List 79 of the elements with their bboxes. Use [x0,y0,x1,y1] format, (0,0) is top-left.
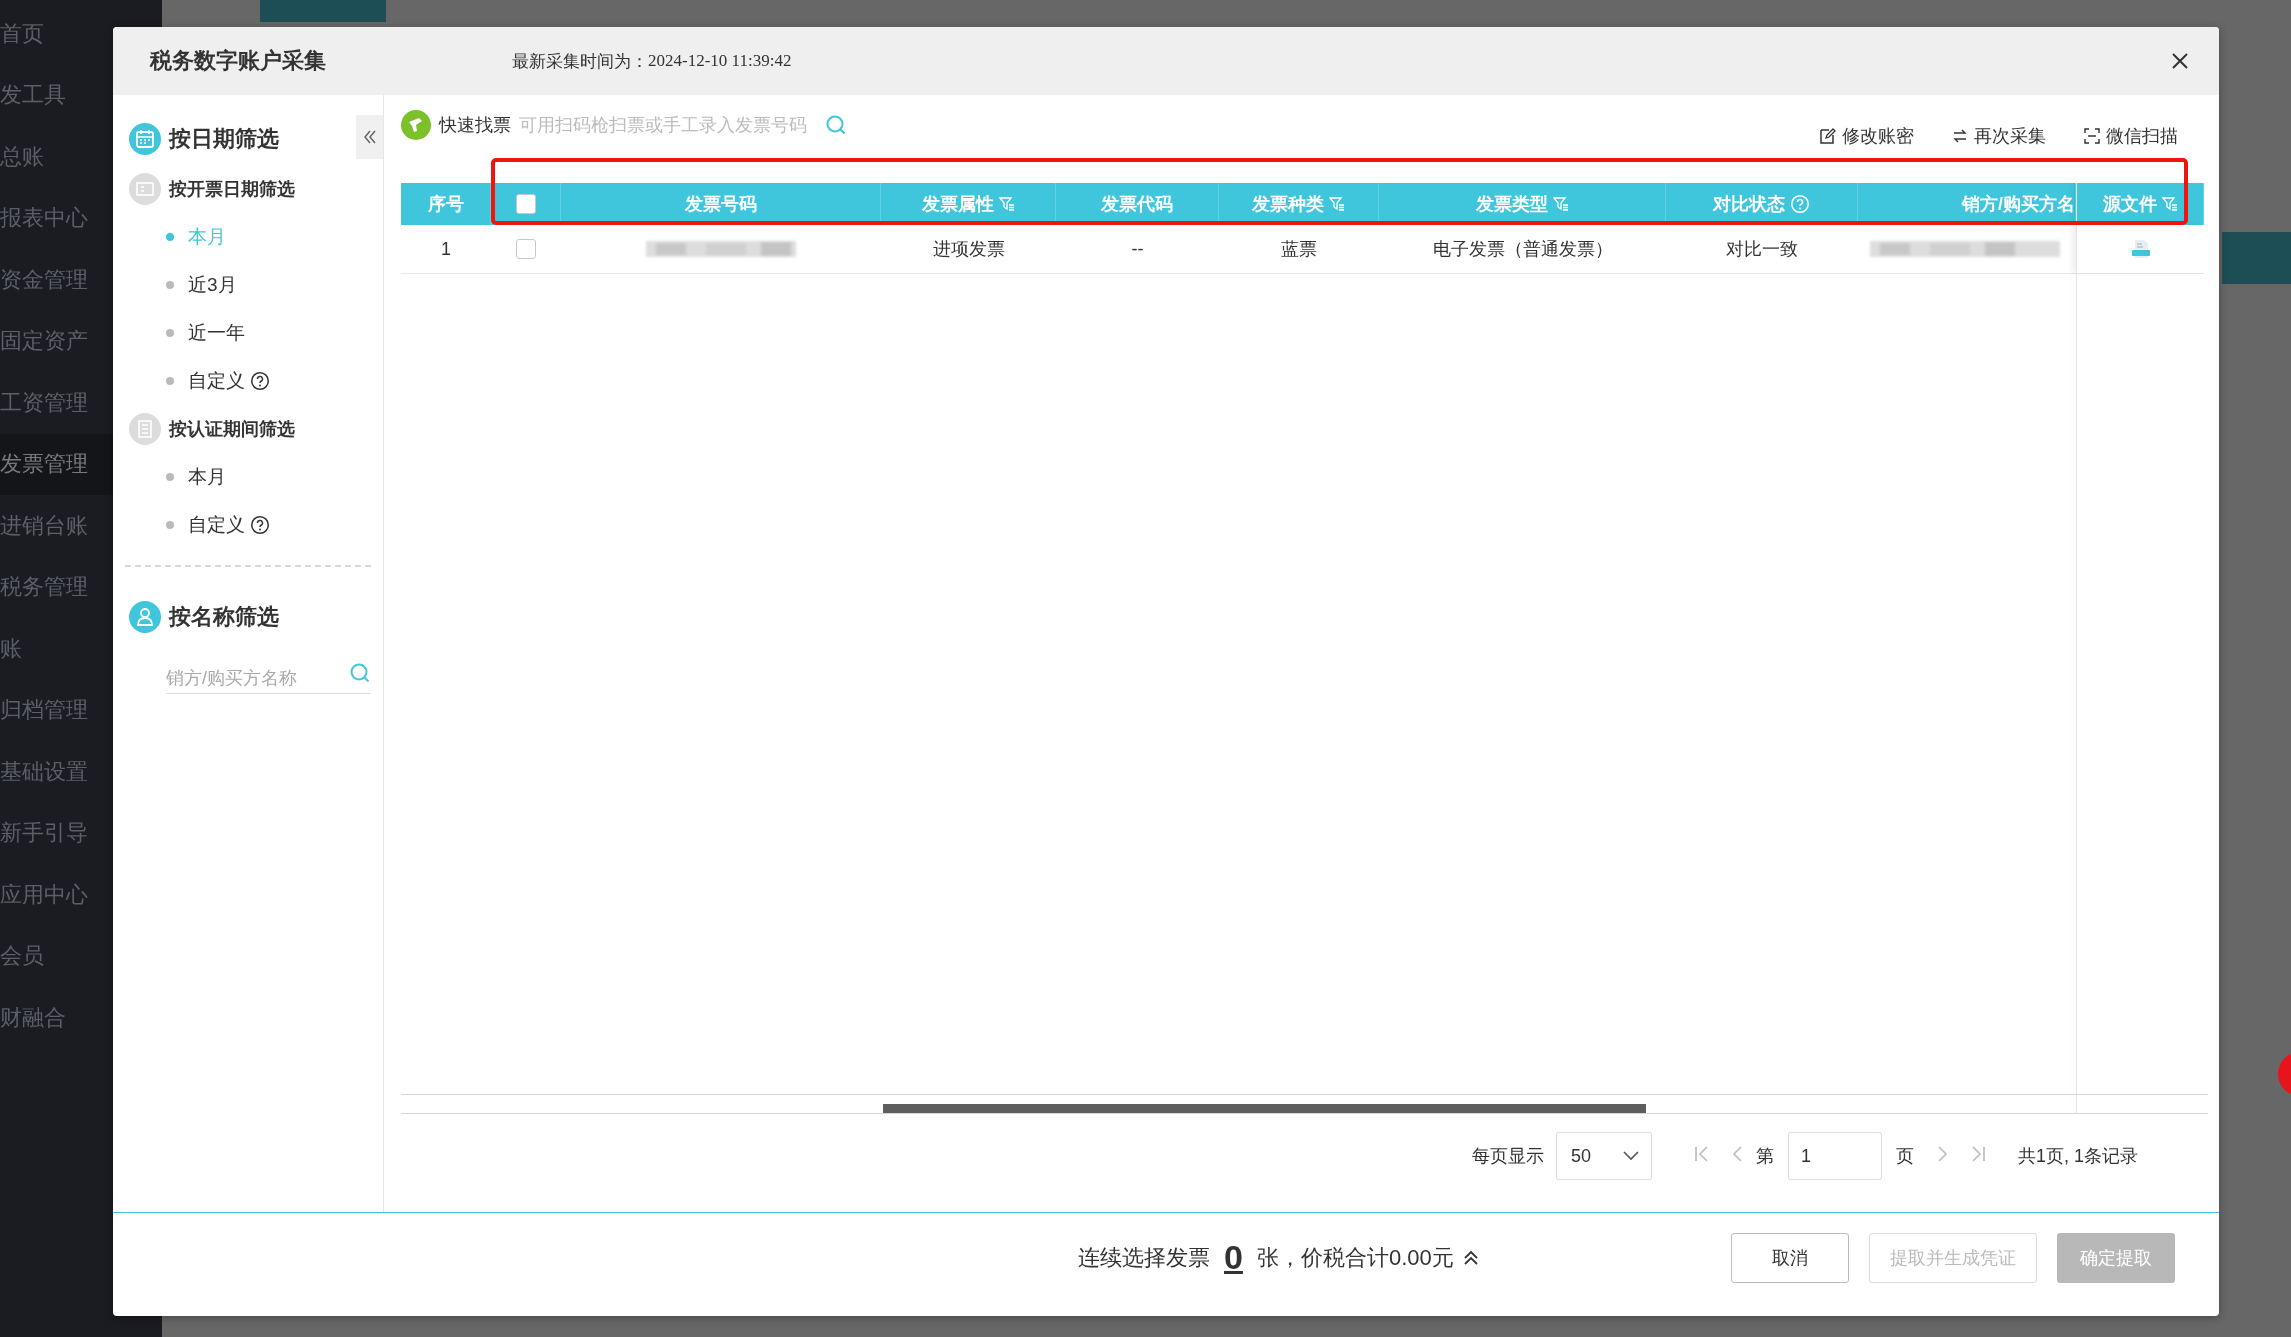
table-cell: -- [1131,238,1144,260]
bullet-icon [166,377,174,385]
search-icon[interactable] [349,662,371,684]
filter-option[interactable]: 自定义 [188,512,270,538]
table-cell-text: 电子发票（普通发票） [1432,238,1613,261]
column-header[interactable]: 销方/购买方名 [1962,192,2075,216]
table-cell-text: 蓝票 [1281,238,1317,261]
swap-icon [1952,128,1968,144]
toolbar-link[interactable]: 微信扫描 [2084,124,2178,148]
page-input[interactable]: 1 [1787,1132,1882,1180]
last-page-icon[interactable] [1969,1144,1986,1163]
per-page-label: 每页显示 [1471,1145,1544,1168]
quick-find-field[interactable]: 可用扫码枪扫票或手工录入发票号码 [519,113,807,137]
chevron-down-icon [1622,1151,1639,1161]
filter-option[interactable]: 近一年 [188,320,245,346]
close-icon[interactable] [2171,52,2189,70]
bullet-icon [166,473,174,481]
filter-option[interactable]: 本月 [188,464,226,490]
page-suffix: 页 [1895,1145,1914,1168]
scrollbar-thumb[interactable] [883,1104,1646,1113]
timestamp-label: 最新采集时间为： [512,50,648,73]
column-header[interactable]: 源文件 [2102,192,2178,216]
calendar-icon [129,123,161,155]
page-size-select[interactable]: 50 [1555,1132,1652,1180]
search-icon[interactable] [825,114,847,136]
page-summary: 共1页, 1条记录 [2017,1145,2138,1168]
filter-icon[interactable] [2161,196,2178,212]
bullet-icon [166,233,174,241]
filter-icon[interactable] [998,196,1015,212]
checkbox[interactable] [515,194,536,214]
column-header[interactable]: 发票号码 [684,192,757,216]
user-icon [129,601,161,633]
column-header[interactable]: 发票属性 [921,192,1015,216]
column-header[interactable]: 发票种类 [1252,192,1345,216]
help-icon[interactable] [250,371,270,391]
group-title: 按认证期间筛选 [169,418,295,441]
column-header[interactable]: 序号 [427,192,464,216]
collapse-button[interactable] [356,115,383,159]
name-search-field[interactable]: 销方/购买方名称 [166,653,371,694]
column-header[interactable]: 发票代码 [1101,192,1173,216]
column-header[interactable]: 对比状态 [1713,192,1810,216]
checkbox[interactable] [516,239,536,259]
page-prefix: 第 [1755,1145,1774,1168]
selection-count: 0 [1224,1238,1243,1277]
toolbar-link[interactable]: 再次采集 [1952,124,2046,148]
selection-total: 张，价税合计0.00元 [1256,1243,1454,1272]
column-header[interactable]: 发票类型 [1475,192,1569,216]
filter-icon[interactable] [1552,196,1569,212]
table-cell: 1 [441,238,451,260]
quick-find-label: 快速找票 [439,114,511,137]
bullet-icon [166,281,174,289]
filter-option[interactable]: 本月 [188,224,226,250]
notification-badge [2278,1052,2291,1096]
scanner-icon [401,110,431,140]
scrollbar[interactable] [401,1094,2208,1114]
edit-icon [1818,127,1836,145]
selection-label: 连续选择发票 [1078,1243,1210,1272]
collapse-icon [361,129,378,145]
toolbar-link[interactable]: 修改账密 [1818,124,1914,148]
table-cell-text: 进项发票 [932,238,1005,261]
dialog-title: 税务数字账户采集 [150,47,327,75]
bullet-icon [166,521,174,529]
ticket-icon [129,173,161,205]
ofd-file-icon[interactable] [2130,239,2151,259]
timestamp: 2024-12-10 11:39:42 [648,51,792,71]
dialog-button[interactable]: 取消 [1731,1232,1849,1283]
help-icon[interactable] [250,515,270,535]
filter-option[interactable]: 近3月 [188,272,237,298]
filter-option[interactable]: 自定义 [188,368,270,394]
bullet-icon [166,329,174,337]
section-title: 按名称筛选 [169,603,279,631]
scan-icon [2084,128,2100,144]
table-cell-text: 对比一致 [1726,238,1798,261]
section-title: 按日期筛选 [169,125,279,153]
panel-background [2222,232,2291,284]
document-icon [129,413,161,445]
first-page-icon[interactable] [1693,1144,1710,1163]
group-title: 按开票日期筛选 [169,178,295,201]
filter-icon[interactable] [1329,196,1345,212]
